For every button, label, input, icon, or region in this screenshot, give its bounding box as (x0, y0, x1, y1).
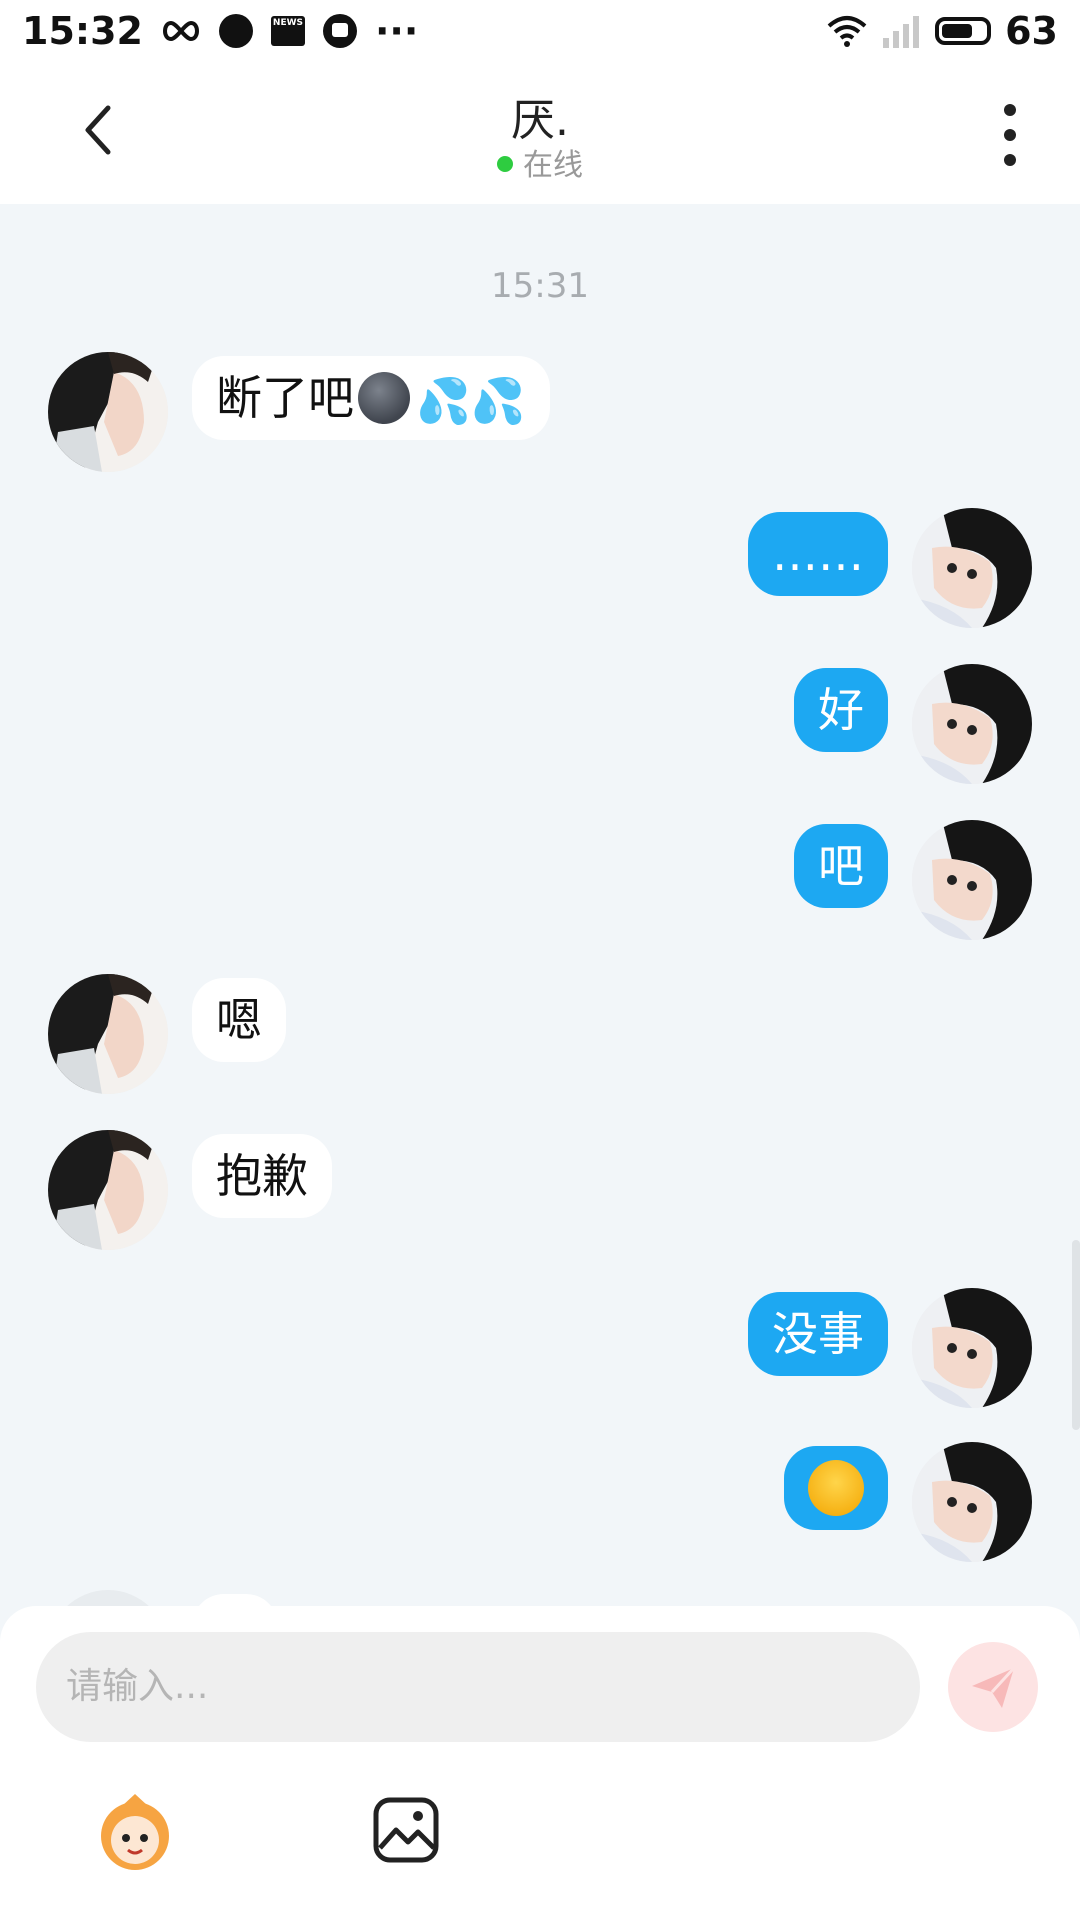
message-row: 好 (0, 664, 1080, 784)
incoming-message-bubble[interactable]: 断了吧 💦💦 (192, 356, 550, 440)
status-bar-right: 63 (827, 9, 1058, 53)
new-moon-face-icon (358, 371, 410, 424)
message-row: 抱歉 (0, 1130, 1080, 1250)
send-button[interactable] (948, 1642, 1038, 1732)
wifi-icon (827, 16, 867, 47)
message-row: 嗯 (0, 974, 1080, 1094)
presence-status: 在线 (0, 140, 1080, 184)
infinity-icon (162, 20, 199, 42)
message-text: 没事 (772, 1307, 864, 1361)
send-icon (972, 1666, 1016, 1708)
incoming-message-bubble[interactable]: 抱歉 (192, 1134, 332, 1218)
signal-icon (883, 16, 920, 48)
contact-avatar[interactable] (48, 1590, 168, 1606)
message-text: 好 (818, 683, 864, 737)
scrollbar[interactable] (1072, 1240, 1080, 1430)
my-avatar[interactable] (912, 820, 1032, 940)
message-icon (322, 14, 357, 48)
image-picker-button[interactable] (372, 1796, 440, 1864)
more-dots-icon: ··· (374, 9, 419, 53)
outgoing-message-bubble[interactable]: 没事 (748, 1292, 888, 1376)
message-row: 没事 (0, 1288, 1080, 1408)
status-bar-left: 15:32 NEWS ··· (22, 9, 418, 53)
outgoing-message-bubble[interactable] (784, 1446, 888, 1530)
battery-level: 63 (1005, 9, 1058, 53)
message-timestamp: 15:31 (491, 266, 589, 306)
incoming-message-bubble[interactable]: 嗯 (192, 978, 286, 1062)
my-avatar[interactable] (912, 1288, 1032, 1408)
clock: 15:32 (22, 9, 143, 53)
outgoing-message-bubble[interactable]: …… (748, 512, 888, 596)
message-list[interactable]: 15:31 断了吧 💦💦 …… 好 吧 嗯 抱歉 没事 (0, 204, 1080, 1606)
chat-header: 厌. 在线 (0, 62, 1080, 204)
contact-avatar[interactable] (48, 352, 168, 472)
dark-dot-icon (218, 14, 253, 48)
contact-avatar[interactable] (48, 974, 168, 1094)
sweat-droplets-icon: 💦💦 (416, 375, 526, 427)
composer: 请输入... (0, 1606, 1080, 1920)
my-avatar[interactable] (912, 508, 1032, 628)
my-avatar[interactable] (912, 664, 1032, 784)
sticker-mascot-button[interactable] (92, 1792, 178, 1872)
online-dot-icon (497, 155, 513, 172)
contact-name: 厌. (511, 95, 569, 146)
my-avatar[interactable] (912, 1442, 1032, 1562)
message-text: 吧 (818, 839, 864, 893)
message-text: 抱歉 (216, 1149, 308, 1203)
news-icon: NEWS (270, 16, 305, 46)
status-bar: 15:32 NEWS ··· 63 (0, 0, 1080, 62)
incoming-message-bubble[interactable] (192, 1594, 278, 1606)
outgoing-message-bubble[interactable]: 好 (794, 668, 888, 752)
message-row-partial (0, 1590, 1080, 1606)
message-row: …… (0, 508, 1080, 628)
battery-icon (935, 17, 992, 45)
message-text: 嗯 (216, 993, 262, 1047)
message-row: 吧 (0, 820, 1080, 940)
tears-of-joy-icon (808, 1459, 864, 1516)
message-row: 断了吧 💦💦 (0, 352, 1080, 472)
contact-avatar[interactable] (48, 1130, 168, 1250)
more-options-button[interactable] (990, 100, 1030, 170)
message-input[interactable]: 请输入... (36, 1632, 920, 1742)
presence-label: 在线 (523, 148, 583, 183)
message-text: …… (772, 527, 864, 581)
message-text: 断了吧 (216, 371, 354, 425)
outgoing-message-bubble[interactable]: 吧 (794, 824, 888, 908)
message-row (0, 1442, 1080, 1562)
